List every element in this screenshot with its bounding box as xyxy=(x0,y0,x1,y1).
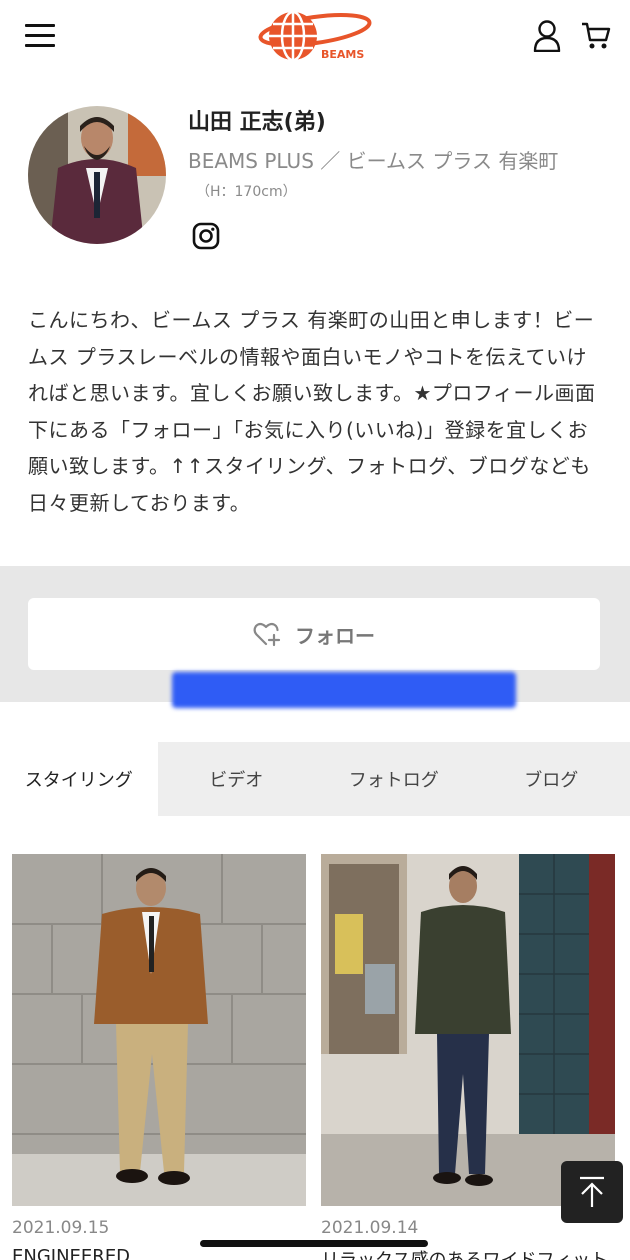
styling-card[interactable]: 2021.09.14 リラックス感のあるワイドフィット xyxy=(321,854,615,1260)
arrow-up-icon xyxy=(580,1176,604,1207)
card-title[interactable]: リラックス感のあるワイドフィット xyxy=(321,1246,621,1260)
avatar xyxy=(28,106,166,244)
logo-text: BEAMS xyxy=(321,48,364,61)
follow-button[interactable]: フォロー xyxy=(28,598,600,670)
follow-label: フォロー xyxy=(295,623,375,648)
card-date: 2021.09.14 xyxy=(321,1218,419,1238)
user-icon[interactable] xyxy=(532,20,562,53)
card-title[interactable]: ENGINEERED xyxy=(12,1246,312,1260)
tab-bar: スタイリング ビデオ フォトログ ブログ xyxy=(0,742,630,816)
tab-styling[interactable]: スタイリング xyxy=(0,742,158,816)
cart-icon[interactable] xyxy=(580,20,612,52)
back-to-top-button[interactable] xyxy=(561,1161,623,1223)
tab-video[interactable]: ビデオ xyxy=(158,742,316,816)
styling-card[interactable]: 2021.09.15 ENGINEERED xyxy=(12,854,306,1260)
tab-photolog[interactable]: フォトログ xyxy=(315,742,473,816)
beams-logo[interactable]: BEAMS xyxy=(255,8,373,64)
profile-height: （H：170cm） xyxy=(196,184,297,200)
profile-name: 山田 正志(弟) xyxy=(188,110,326,135)
profile-shop[interactable]: BEAMS PLUS ／ ビームス プラス 有楽町 xyxy=(188,145,558,174)
styling-photo[interactable] xyxy=(12,854,306,1206)
home-indicator xyxy=(200,1240,428,1247)
menu-icon[interactable] xyxy=(25,24,55,48)
styling-photo[interactable] xyxy=(321,854,615,1206)
profile-bio: こんにちわ、ビームス プラス 有楽町の山田と申します！ビームス プラスレーベルの… xyxy=(28,308,596,515)
instagram-icon[interactable] xyxy=(192,222,220,250)
header: BEAMS xyxy=(0,0,630,80)
redaction-mark xyxy=(172,672,516,708)
card-date: 2021.09.15 xyxy=(12,1218,110,1238)
heart-plus-icon xyxy=(253,622,281,647)
tab-blog[interactable]: ブログ xyxy=(473,742,630,816)
